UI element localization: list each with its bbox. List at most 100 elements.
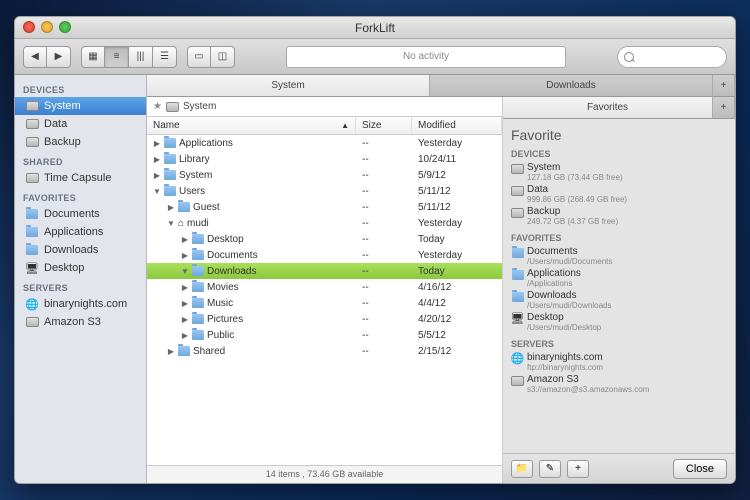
disclosure-icon[interactable]: ▶ [153, 139, 161, 148]
sidebar-item[interactable]: Downloads [15, 241, 146, 259]
file-name: Movies [207, 282, 239, 293]
sidebar-item-label: Downloads [44, 244, 98, 256]
table-row[interactable]: ▶Shared--2/15/12 [147, 343, 502, 359]
tab[interactable]: System [147, 75, 430, 96]
new-tab-button[interactable]: + [713, 97, 735, 118]
sidebar-item[interactable]: Time Capsule [15, 169, 146, 187]
sidebar-item[interactable]: Data [15, 115, 146, 133]
disclosure-icon[interactable]: ▶ [167, 347, 175, 356]
new-folder-button[interactable]: 📁 [511, 460, 533, 478]
file-size: -- [356, 218, 412, 229]
table-row[interactable]: ▶Library--10/24/11 [147, 151, 502, 167]
path-bar[interactable]: ★ System [147, 97, 502, 117]
table-row[interactable]: ▶Guest--5/11/12 [147, 199, 502, 215]
col-size[interactable]: Size [356, 117, 412, 134]
single-pane-button[interactable]: ▭ [187, 46, 211, 68]
sidebar-item[interactable]: Backup [15, 133, 146, 151]
favorite-item[interactable]: Data999.86 GB (268.49 GB free) [511, 183, 727, 205]
table-row[interactable]: ▶Documents--Yesterday [147, 247, 502, 263]
path-segment[interactable]: System [183, 101, 216, 112]
disclosure-icon[interactable]: ▶ [181, 283, 189, 292]
folder-icon [26, 209, 38, 219]
favorite-name: Applications [527, 268, 727, 279]
globe-icon: 🌐 [25, 298, 39, 311]
disclosure-icon[interactable]: ▶ [181, 235, 189, 244]
disclosure-icon[interactable]: ▶ [167, 203, 175, 212]
sidebar-item[interactable]: Documents [15, 205, 146, 223]
sidebar-item[interactable]: 🖥Desktop [15, 259, 146, 277]
file-rows: ▶Applications--Yesterday▶Library--10/24/… [147, 135, 502, 465]
list-view-button[interactable]: ≡ [105, 46, 129, 68]
close-button[interactable]: Close [673, 459, 727, 479]
file-modified: 5/9/12 [412, 170, 502, 181]
table-row[interactable]: ▶Desktop--Today [147, 231, 502, 247]
sidebar-item-label: binarynights.com [44, 298, 127, 310]
disclosure-icon[interactable]: ▼ [167, 219, 175, 228]
favorite-item[interactable]: 🌐binarynights.comftp://binarynights.com [511, 351, 727, 373]
favorite-item[interactable]: 🖥Desktop/Users/mudi/Desktop [511, 311, 727, 333]
coverflow-view-button[interactable]: ☰ [153, 46, 177, 68]
sidebar-item[interactable]: 🌐 binarynights.com [15, 295, 146, 313]
zoom-icon[interactable] [59, 21, 71, 33]
panel-body: Favorite DEVICESSystem127.18 GB (73.44 G… [503, 119, 735, 453]
disclosure-icon[interactable]: ▼ [181, 267, 189, 276]
table-row[interactable]: ▼⌂mudi--Yesterday [147, 215, 502, 231]
status-bar: 14 items , 73.46 GB available [147, 465, 502, 483]
col-name[interactable]: Name▲ [147, 117, 356, 134]
add-button[interactable]: + [567, 460, 589, 478]
folder-icon [192, 250, 204, 260]
favorite-item[interactable]: Applications/Applications [511, 267, 727, 289]
disclosure-icon[interactable]: ▶ [153, 171, 161, 180]
file-name: Public [207, 330, 234, 341]
favorite-item[interactable]: Amazon S3s3://amazon@s3.amazonaws.com [511, 373, 727, 395]
traffic-lights [23, 21, 71, 33]
disclosure-icon[interactable]: ▶ [181, 299, 189, 308]
close-icon[interactable] [23, 21, 35, 33]
favorite-name: Downloads [527, 290, 727, 301]
table-row[interactable]: ▼Downloads--Today [147, 263, 502, 279]
col-modified[interactable]: Modified [412, 117, 502, 134]
favorite-star-icon[interactable]: ★ [153, 101, 162, 112]
column-view-button[interactable]: ||| [129, 46, 153, 68]
sidebar-item[interactable]: Amazon S3 [15, 313, 146, 331]
sidebar-item[interactable]: System [15, 97, 146, 115]
file-name: System [179, 170, 212, 181]
table-row[interactable]: ▶Public--5/5/12 [147, 327, 502, 343]
forward-button[interactable]: ▶ [47, 46, 71, 68]
sidebar-item-label: Time Capsule [44, 172, 111, 184]
table-row[interactable]: ▼Users--5/11/12 [147, 183, 502, 199]
favorite-item[interactable]: Backup249.72 GB (4.37 GB free) [511, 205, 727, 227]
disclosure-icon[interactable]: ▶ [181, 315, 189, 324]
table-row[interactable]: ▶Movies--4/16/12 [147, 279, 502, 295]
disclosure-icon[interactable]: ▶ [181, 331, 189, 340]
favorite-item[interactable]: System127.18 GB (73.44 GB free) [511, 161, 727, 183]
edit-button[interactable]: ✎ [539, 460, 561, 478]
dual-pane-button[interactable]: ◫ [211, 46, 235, 68]
folder-icon [192, 298, 204, 308]
favorite-sub: s3://amazon@s3.amazonaws.com [527, 385, 727, 394]
sidebar-item[interactable]: Applications [15, 223, 146, 241]
table-row[interactable]: ▶Pictures--4/20/12 [147, 311, 502, 327]
main-pane: SystemDownloads+ ★ System Name▲ Size Mod… [147, 75, 735, 483]
tab[interactable]: Downloads [430, 75, 713, 96]
table-row[interactable]: ▶System--5/9/12 [147, 167, 502, 183]
disclosure-icon[interactable]: ▼ [153, 187, 161, 196]
drive-icon [511, 186, 524, 196]
minimize-icon[interactable] [41, 21, 53, 33]
icon-view-button[interactable]: ▦ [81, 46, 105, 68]
disclosure-icon[interactable]: ▶ [153, 155, 161, 164]
table-row[interactable]: ▶Applications--Yesterday [147, 135, 502, 151]
table-row[interactable]: ▶Music--4/4/12 [147, 295, 502, 311]
sidebar-item-label: Documents [44, 208, 100, 220]
titlebar[interactable]: ForkLift [15, 17, 735, 39]
monitor-icon: 🖥 [511, 312, 525, 325]
favorite-item[interactable]: Downloads/Users/mudi/Downloads [511, 289, 727, 311]
folder-icon [192, 266, 204, 276]
disclosure-icon[interactable]: ▶ [181, 251, 189, 260]
column-headers: Name▲ Size Modified [147, 117, 502, 135]
tab[interactable]: Favorites [503, 97, 713, 118]
favorite-item[interactable]: Documents/Users/mudi/Documents [511, 245, 727, 267]
search-input[interactable] [617, 46, 727, 68]
new-tab-button[interactable]: + [713, 75, 735, 96]
back-button[interactable]: ◀ [23, 46, 47, 68]
